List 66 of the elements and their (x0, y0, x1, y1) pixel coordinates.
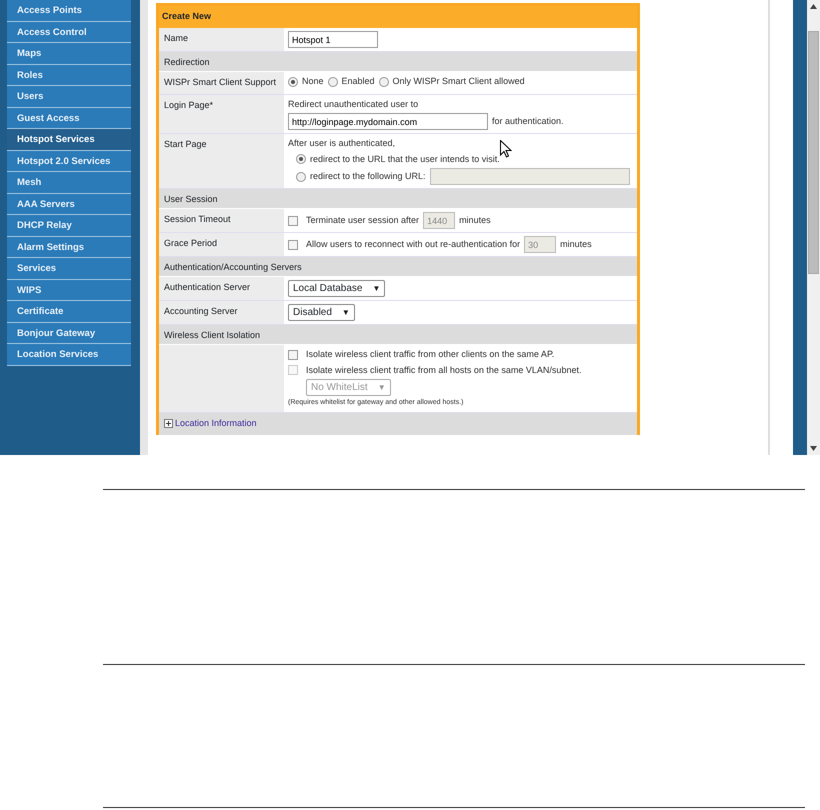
section-link[interactable]: Location Information (175, 416, 257, 430)
field-text: After user is authenticated, (288, 137, 396, 150)
sidebar-item[interactable]: Hotspot Services (7, 129, 131, 150)
sidebar-item[interactable]: Bonjour Gateway (7, 322, 131, 344)
sidebar-item[interactable]: AAA Servers (7, 194, 131, 215)
section-header: Redirection (159, 52, 637, 72)
radio-button[interactable] (328, 76, 338, 87)
caret-icon: ▼ (342, 305, 350, 320)
sidebar-item[interactable]: Location Services (7, 344, 131, 366)
sidebar-item[interactable]: Maps (7, 43, 131, 64)
checkbox-label: Terminate user session after (306, 214, 420, 227)
sidebar-item[interactable]: Access Points (7, 0, 131, 22)
dropdown[interactable]: Disabled ▼ (288, 304, 355, 321)
field-text: Redirect unauthenticated user to (288, 98, 418, 110)
expand-icon[interactable] (164, 419, 173, 428)
sidebar-item[interactable]: Roles (7, 64, 131, 86)
checkbox[interactable] (288, 216, 298, 226)
field-label: Grace Period (159, 233, 284, 256)
form-title: Create New (159, 6, 637, 28)
field-label: Authentication Server (159, 277, 284, 300)
field-label: Login Page* (159, 94, 284, 133)
sidebar-item[interactable]: Users (7, 86, 131, 108)
sidebar-item[interactable]: Mesh (7, 172, 131, 194)
field-label: Accounting Server (159, 301, 284, 324)
dropdown[interactable]: Local Database ▼ (288, 280, 386, 297)
section-header: Wireless Client Isolation (159, 325, 637, 345)
sidebar-item[interactable]: DHCP Relay (7, 215, 131, 236)
checkbox[interactable] (288, 240, 298, 250)
scrollbar-thumb[interactable] (808, 31, 819, 274)
radio-button[interactable] (378, 76, 389, 87)
sidebar-item[interactable]: Alarm Settings (7, 236, 131, 258)
scrollbar[interactable] (807, 0, 820, 455)
radio-label: Enabled (342, 75, 375, 88)
radio-label: Only WISPr Smart Client allowed (392, 75, 525, 88)
sidebar-item[interactable]: WIPS (7, 280, 131, 301)
sidebar-item[interactable]: Access Control (7, 22, 131, 43)
sidebar-item[interactable]: Certificate (7, 301, 131, 322)
checkbox-label: Isolate wireless client traffic from all hosts on the same VLAN/subnet. (306, 364, 582, 376)
field-text: minutes (459, 214, 491, 227)
field-label: Start Page (159, 134, 284, 188)
scroll-down-icon[interactable] (810, 446, 817, 451)
mouse-pointer-icon (500, 140, 512, 158)
scroll-up-icon[interactable] (810, 4, 817, 9)
caret-icon: ▼ (372, 281, 380, 296)
field-text: minutes (560, 238, 592, 251)
section-header: User Session (159, 189, 637, 209)
caret-icon: ▼ (378, 380, 386, 395)
sidebar-item[interactable]: Services (7, 258, 131, 280)
field-label: Name (159, 28, 284, 51)
text-field[interactable]: http://loginpage.mydomain.com (288, 113, 488, 130)
checkbox-label: Isolate wireless client traffic from other clients on the same AP. (306, 348, 554, 361)
field-label: WISPr Smart Client Support (159, 72, 284, 94)
text-field[interactable]: Hotspot 1 (288, 31, 378, 48)
radio-label: None (302, 75, 324, 88)
sidebar-item[interactable]: Hotspot 2.0 Services (7, 150, 131, 172)
sidebar-item[interactable]: Guest Access (7, 108, 131, 129)
radio-label: redirect to the following URL: (310, 170, 426, 183)
radio-button[interactable] (296, 172, 306, 182)
field-text: for authentication. (492, 114, 564, 128)
radio-label: redirect to the URL that the user intends to visit. (310, 152, 500, 166)
field-label: Session Timeout (159, 209, 284, 232)
radio-button[interactable] (288, 76, 298, 87)
radio-button[interactable] (296, 154, 306, 164)
section-header: Authentication/Accounting Servers (159, 257, 637, 277)
checkbox-label: Allow users to reconnect with out re-authentication for (306, 238, 520, 251)
checkbox[interactable] (288, 350, 298, 360)
